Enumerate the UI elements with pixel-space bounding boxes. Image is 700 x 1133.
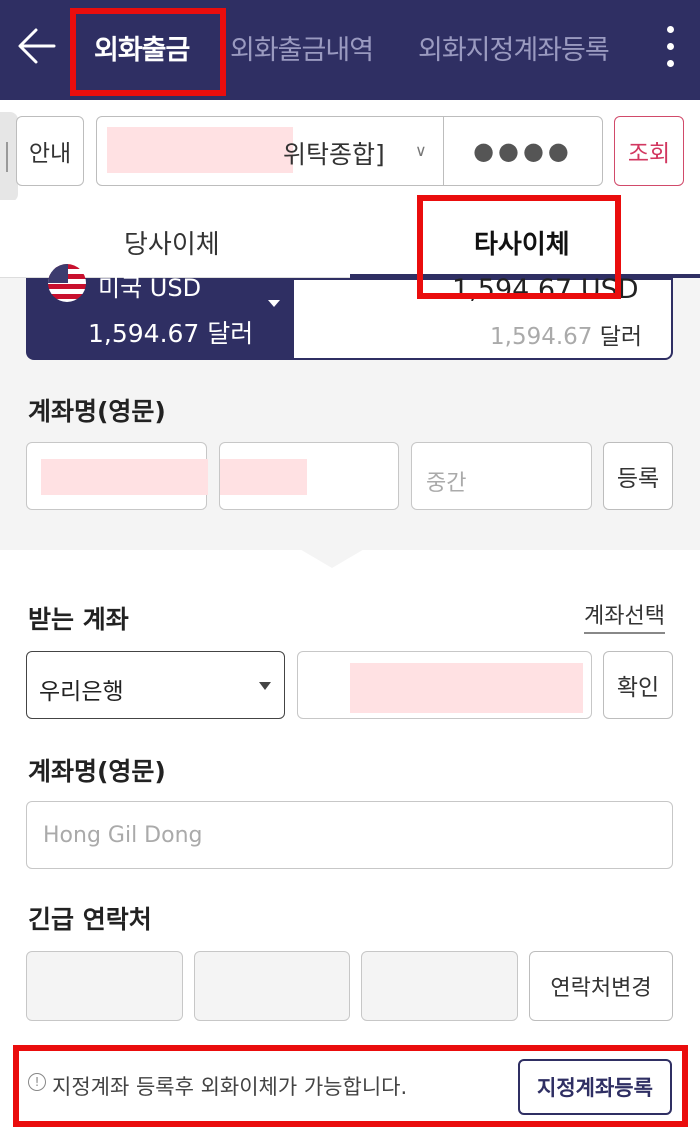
amount-small-value: 1,594.67 <box>490 324 593 350</box>
chevron-down-icon: ∨ <box>415 141 427 160</box>
receiver-account-number-input[interactable] <box>297 651 592 719</box>
dropdown-triangle-icon <box>268 300 280 307</box>
change-contact-button[interactable]: 연락처변경 <box>529 951 673 1021</box>
lookup-button[interactable]: 조회 <box>614 116 684 186</box>
dropdown-triangle-icon <box>259 682 271 690</box>
tab-external-transfer[interactable]: 타사이체 <box>474 224 570 261</box>
contact-part-3-input[interactable] <box>361 951 518 1021</box>
transfer-type-tabs: 당사이체 타사이체 <box>0 200 700 278</box>
register-designated-account-button[interactable]: 지정계좌등록 <box>518 1059 672 1115</box>
guide-button[interactable]: 안내 <box>16 116 84 186</box>
tab-fx-withdrawal-history[interactable]: 외화출금내역 <box>230 28 374 67</box>
screen: 외화출금 외화출금내역 외화지정계좌등록 안내 위탁종합] ∨ ●●●● 조회 … <box>0 0 700 1133</box>
account-select[interactable]: 위탁종합] ∨ <box>96 116 444 186</box>
register-name-button[interactable]: 등록 <box>603 442 673 510</box>
back-arrow-icon[interactable] <box>14 22 62 70</box>
sender-first-name-input[interactable] <box>26 442 208 510</box>
currency-select[interactable]: 미국 USD 1,594.67 달러 <box>26 264 294 360</box>
password-input[interactable]: ●●●● <box>443 116 603 186</box>
tab-fx-withdrawal[interactable]: 외화출금 <box>94 28 190 67</box>
contact-part-1-input[interactable] <box>26 951 183 1021</box>
tab-fx-designated-account[interactable]: 외화지정계좌등록 <box>418 28 610 67</box>
account-bar: 안내 위탁종합] ∨ ●●●● 조회 <box>0 100 700 202</box>
account-type: 위탁종합] <box>283 140 385 169</box>
us-flag-icon <box>48 264 86 302</box>
more-menu-icon[interactable] <box>662 26 678 72</box>
info-icon: ! <box>28 1073 46 1091</box>
section-notch <box>298 548 366 568</box>
masked-first-name <box>41 459 208 495</box>
amount-usd: 1,594.67 USD <box>452 274 639 305</box>
middle-name-placeholder: 중간 <box>426 471 467 496</box>
contact-part-2-input[interactable] <box>194 951 350 1021</box>
receiver-name-input[interactable]: Hong Gil Dong <box>26 801 673 869</box>
masked-account-number <box>107 127 293 173</box>
receiver-name-label: 계좌명(영문) <box>28 757 166 786</box>
withdrawable-amount: 1,594.67 USD 1,594.67 달러 <box>294 274 673 360</box>
receiver-account-label: 받는 계좌 <box>28 605 129 634</box>
emergency-contact-label: 긴급 연락처 <box>28 905 152 934</box>
currency-name: 미국 USD <box>98 274 202 302</box>
masked-account-number <box>350 663 583 713</box>
sender-middle-name-input[interactable]: 중간 <box>411 442 592 510</box>
sender-section: 미국 USD 1,594.67 달러 1,594.67 USD 1,594.67… <box>0 264 700 550</box>
amount-small: 1,594.67 달러 <box>490 317 642 351</box>
notice-bar: ! 지정계좌 등록후 외화이체가 가능합니다. 지정계좌등록 <box>0 1045 700 1125</box>
sender-last-name-input[interactable] <box>219 442 399 510</box>
confirm-account-button[interactable]: 확인 <box>603 651 673 719</box>
receiver-name-placeholder: Hong Gil Dong <box>43 823 203 848</box>
selected-bank: 우리은행 <box>39 679 124 705</box>
notice-text: 지정계좌 등록후 외화이체가 가능합니다. <box>52 1075 408 1099</box>
bank-select[interactable]: 우리은행 <box>26 651 285 719</box>
select-account-link[interactable]: 계좌선택 <box>584 598 665 634</box>
sender-name-label: 계좌명(영문) <box>28 397 166 426</box>
amount-small-unit: 달러 <box>599 324 643 350</box>
masked-last-name <box>220 459 307 495</box>
app-header: 외화출금 외화출금내역 외화지정계좌등록 <box>0 0 700 100</box>
tab-internal-transfer[interactable]: 당사이체 <box>124 224 220 261</box>
currency-amount: 1,594.67 달러 <box>88 319 254 348</box>
